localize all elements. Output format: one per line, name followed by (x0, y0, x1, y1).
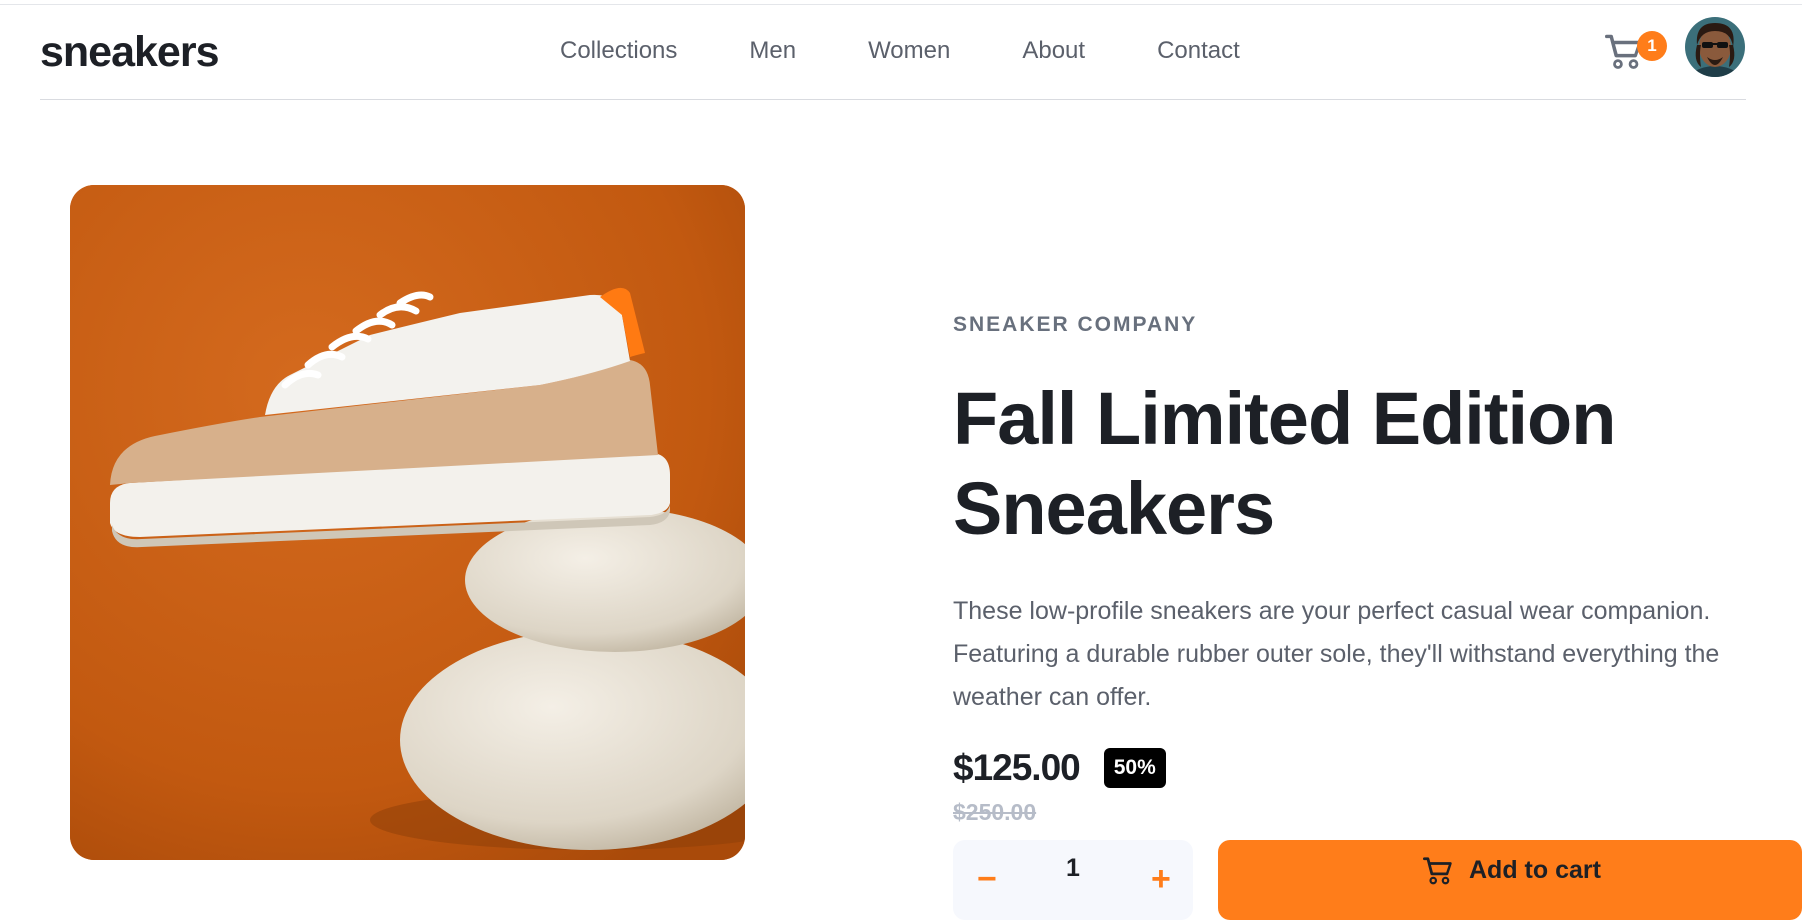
sneaker-photo (70, 185, 745, 860)
original-price: $250.00 (953, 799, 1037, 825)
current-price: $125.00 (953, 747, 1081, 788)
cart-icon (1423, 856, 1452, 884)
add-to-cart-label: Add to cart (1469, 856, 1601, 884)
company-name: SNEAKER COMPANY (953, 313, 1198, 336)
nav-women[interactable]: Women (868, 33, 950, 69)
nav-men[interactable]: Men (749, 33, 796, 69)
nav-contact[interactable]: Contact (1157, 33, 1240, 69)
price-row: $125.00 50% (953, 745, 1802, 791)
product-description: These low-profile sneakers are your perf… (953, 597, 1720, 711)
user-avatar[interactable] (1685, 17, 1745, 77)
discount-badge: 50% (1103, 748, 1166, 788)
product-info: SNEAKER COMPANY Fall Limited Edition Sne… (953, 310, 1802, 827)
add-to-cart-button[interactable]: Add to cart (1218, 840, 1802, 920)
quantity-stepper: − 1 + (953, 840, 1193, 920)
product-title: Fall Limited Edition Sneakers (953, 377, 1616, 550)
product-image[interactable] (70, 185, 745, 860)
avatar-image (1685, 17, 1745, 77)
nav-about[interactable]: About (1022, 33, 1085, 69)
logo[interactable]: sneakers (40, 23, 219, 81)
site-header: sneakers Collections Men Women About Con… (40, 5, 1746, 100)
nav-collections[interactable]: Collections (560, 33, 677, 69)
main-nav: Collections Men Women About Contact (560, 33, 1312, 69)
increase-quantity-button[interactable]: + (1151, 860, 1171, 899)
cart-count-badge: 1 (1637, 31, 1667, 61)
add-to-cart-content: Add to cart (1423, 856, 1601, 885)
cart-button[interactable]: 1 (1605, 27, 1667, 77)
